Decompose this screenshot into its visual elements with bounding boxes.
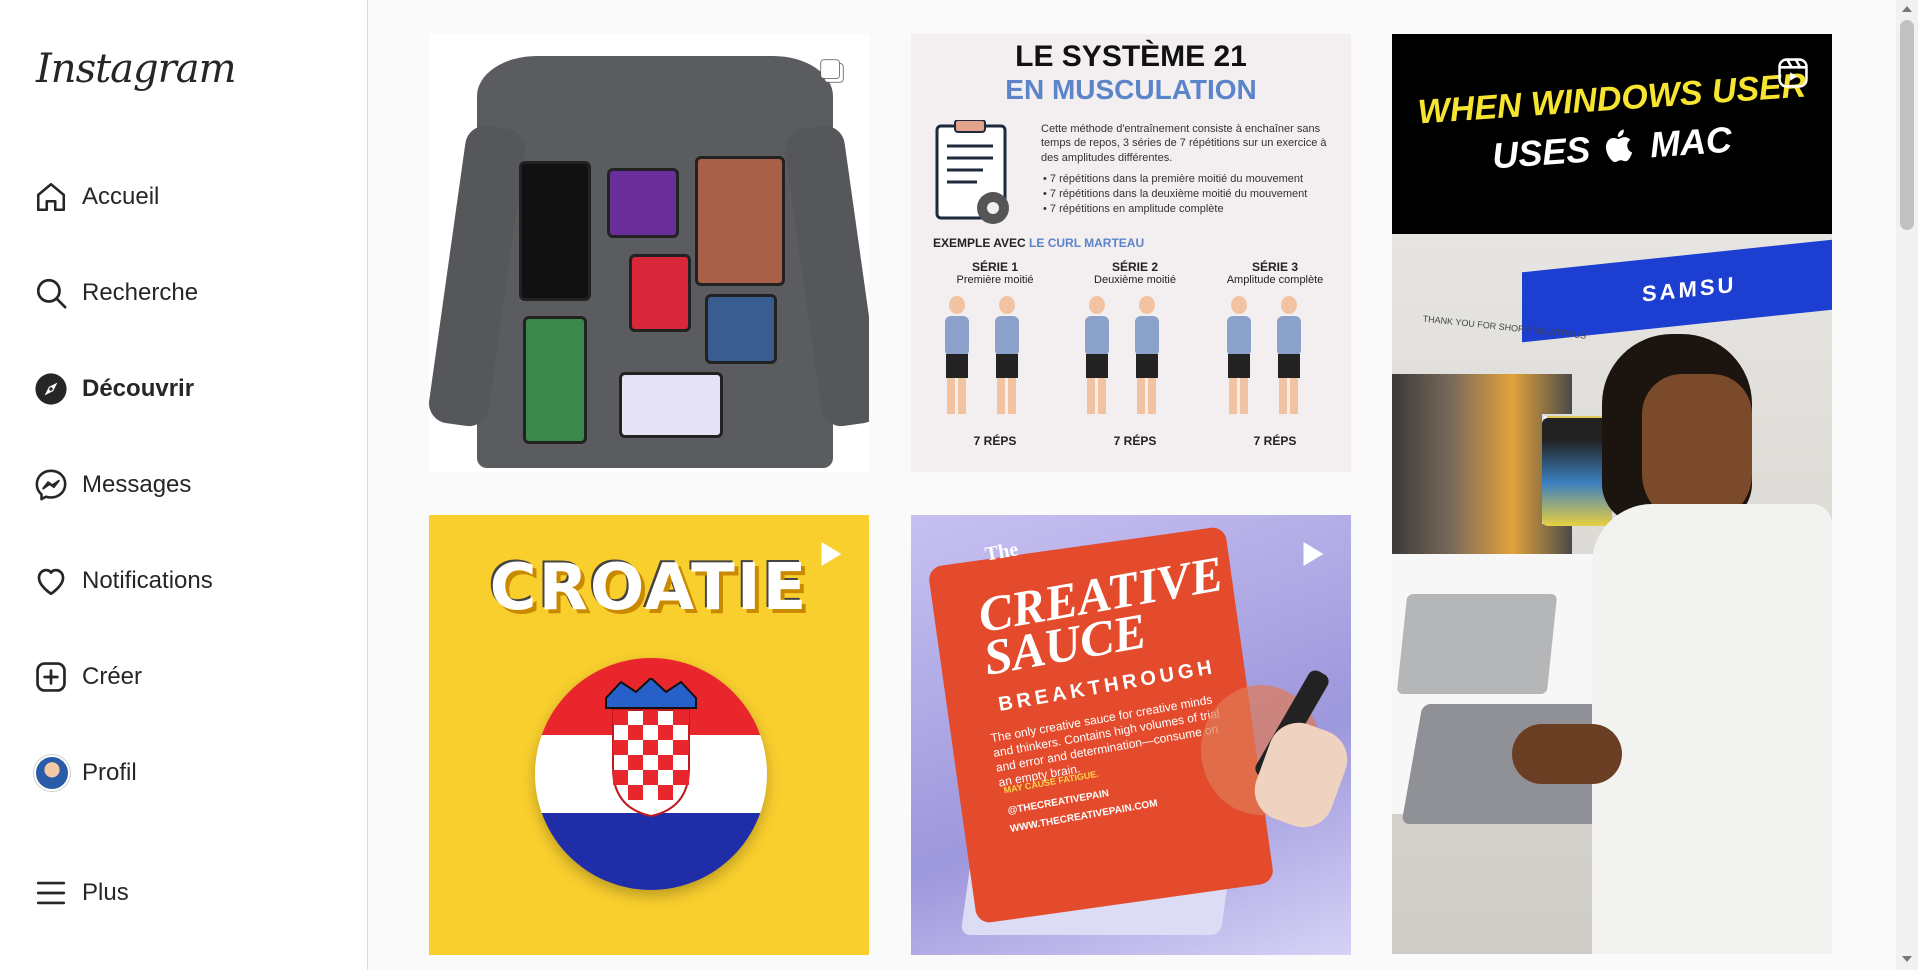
sidebar-item-accueil[interactable]: Accueil — [24, 165, 344, 229]
person-face — [1642, 374, 1752, 524]
bullet: • 7 répétitions en amplitude complète — [1043, 203, 1224, 215]
bullet: • 7 répétitions dans la deuxième moitié … — [1043, 188, 1308, 200]
post-tile[interactable]: CROATIE — [429, 515, 869, 955]
laptop — [1396, 594, 1558, 694]
post-tile[interactable]: The CREATIVE SAUCE BREAKTHROUGH The only… — [911, 515, 1351, 955]
intro-text: Cette méthode d'entraînement consiste à … — [1041, 123, 1327, 164]
sidebar-item-label: Découvrir — [82, 375, 195, 402]
person-hand — [1512, 724, 1622, 784]
sidebar-item-plus[interactable]: Plus — [24, 861, 344, 925]
serie-3: SÉRIE 3 Amplitude complète — [1205, 260, 1345, 286]
athlete-figure — [993, 296, 1019, 416]
plus-square-icon — [24, 660, 82, 694]
post-title: CROATIE — [489, 551, 809, 625]
serie-title: SÉRIE 3 — [1251, 260, 1299, 274]
sidebar-item-label: Créer — [82, 663, 143, 690]
athlete-figure — [1225, 296, 1251, 416]
sidebar-item-creer[interactable]: Créer — [24, 645, 344, 709]
carousel-icon — [817, 56, 847, 91]
person-shirt — [1592, 504, 1832, 954]
play-icon — [813, 537, 847, 576]
serie-1: SÉRIE 1 Première moitié — [925, 260, 1065, 286]
messenger-icon — [24, 468, 82, 502]
post-tile[interactable] — [429, 34, 869, 472]
bullet-text: 7 répétitions en amplitude complète — [1049, 203, 1224, 215]
serie-sub: Première moitié — [956, 274, 1034, 286]
home-icon — [24, 180, 82, 214]
example-name: LE CURL MARTEAU — [1029, 236, 1145, 250]
sidebar-item-label: Plus — [82, 879, 129, 906]
serie-2: SÉRIE 2 Deuxième moitié — [1065, 260, 1205, 286]
scrollbar-thumb[interactable] — [1900, 20, 1914, 230]
post-title: LE SYSTÈME 21 — [1015, 40, 1247, 73]
compass-icon — [24, 372, 82, 406]
athlete-figure — [943, 296, 969, 416]
sidebar-item-recherche[interactable]: Recherche — [24, 261, 344, 325]
athlete-figure — [1133, 296, 1159, 416]
serie-sub: Deuxième moitié — [1094, 274, 1176, 286]
heart-icon — [24, 564, 82, 598]
apple-icon — [1606, 129, 1633, 162]
instagram-logo[interactable]: Instagram — [36, 46, 237, 92]
example-label: EXEMPLE AVEC LE CURL MARTEAU — [933, 236, 1144, 250]
search-icon — [24, 276, 82, 310]
reel-caption-mac: MAC — [1648, 118, 1734, 166]
serie-sub: Amplitude complète — [1226, 274, 1324, 286]
coat-of-arms — [605, 678, 697, 818]
sidebar-item-messages[interactable]: Messages — [24, 453, 344, 517]
clipboard-icon — [935, 120, 1009, 224]
scroll-down-arrow[interactable] — [1902, 956, 1912, 962]
play-icon — [1295, 537, 1329, 576]
reps-label: 7 RÉPS — [1253, 434, 1297, 448]
store-sign-text: SAMSU — [1642, 271, 1737, 307]
croatia-flag — [535, 658, 767, 890]
serie-title: SÉRIE 2 — [1111, 260, 1159, 274]
sweater-image — [477, 56, 833, 468]
scrollbar[interactable] — [1896, 0, 1918, 970]
reels-icon — [1776, 56, 1810, 95]
bullet: • 7 répétitions dans la première moitié … — [1043, 173, 1304, 185]
bullet-text: 7 répétitions dans la deuxième moitié du… — [1049, 188, 1308, 200]
serie-title: SÉRIE 1 — [971, 260, 1019, 274]
bullet-text: 7 répétitions dans la première moitié du… — [1049, 173, 1304, 185]
example-prefix: EXEMPLE AVEC — [933, 236, 1030, 250]
post-tile[interactable]: LE SYSTÈME 21 EN MUSCULATION Cette métho… — [911, 34, 1351, 472]
sidebar-item-decouvrir[interactable]: Découvrir — [24, 357, 344, 421]
sidebar: Instagram Accueil Recherche Découvrir Me… — [0, 0, 368, 970]
athlete-figure — [1275, 296, 1301, 416]
post-subtitle: EN MUSCULATION — [1005, 74, 1257, 105]
athlete-figure — [1083, 296, 1109, 416]
sidebar-item-label: Notifications — [82, 567, 213, 594]
sidebar-item-label: Messages — [82, 471, 192, 498]
scroll-up-arrow[interactable] — [1902, 6, 1912, 12]
avatar — [34, 755, 70, 791]
menu-icon — [24, 876, 82, 910]
sidebar-item-label: Profil — [82, 759, 137, 786]
sidebar-item-profil[interactable]: Profil — [24, 741, 344, 805]
post-tile[interactable]: WHEN WINDOWS USER USES MAC SAMSU THANK Y… — [1392, 34, 1832, 954]
reps-label: 7 RÉPS — [973, 434, 1017, 448]
reel-caption-uses: USES — [1490, 128, 1592, 177]
sidebar-item-notifications[interactable]: Notifications — [24, 549, 344, 613]
sidebar-item-label: Accueil — [82, 183, 160, 210]
sidebar-item-label: Recherche — [82, 279, 199, 306]
reps-label: 7 RÉPS — [1113, 434, 1157, 448]
